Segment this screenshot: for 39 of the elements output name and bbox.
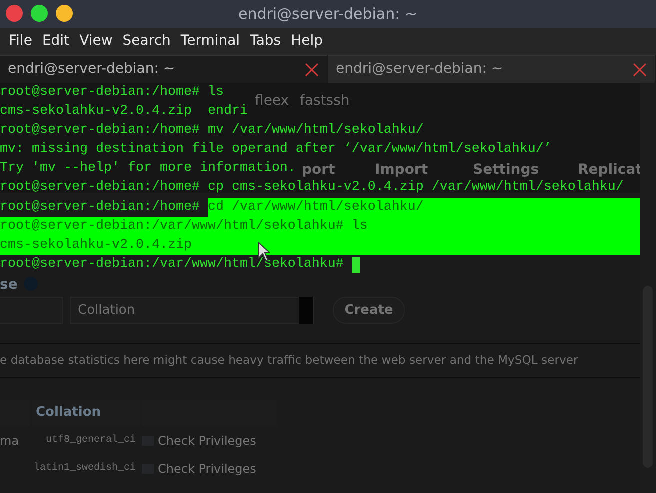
menu-item[interactable]: Help	[286, 31, 328, 52]
menu-item[interactable]: File	[4, 31, 38, 52]
menu-item[interactable]: Tabs	[245, 31, 286, 52]
close-icon[interactable]	[633, 62, 647, 76]
toolbar-label: Replicat	[578, 161, 642, 180]
terminal-tab[interactable]: endri@server-debian: ~	[328, 55, 656, 83]
create-button[interactable]: Create	[333, 297, 405, 324]
terminal-text: root@server-debian:/var/www/html/sekolahku#	[0, 256, 345, 274]
menu-item[interactable]: Search	[118, 31, 176, 52]
table-cell-text: utf8_general_ci	[44, 434, 137, 448]
terminal-text: cms-sekolahku-v2.0.4.zip endri	[0, 103, 248, 122]
terminal-text: cd /var/www/html/sekolahku/	[208, 198, 640, 217]
terminal-text: cms-sekolahku-v2.0.4.zip	[0, 236, 640, 255]
terminal-text: root@server-debian:/home# ls	[0, 84, 224, 102]
close-button[interactable]	[6, 5, 23, 22]
terminal-text: root@server-debian:/home# cp cms-sekolahku-v2.0.4.zip /var/www/html/sekolahku/	[0, 179, 624, 198]
minimize-button[interactable]	[56, 5, 73, 22]
terminal-text: root@server-debian:/var/www/html/sekolahku# ls	[0, 216, 640, 236]
toolbar-label: Settings	[473, 161, 540, 180]
close-icon[interactable]	[305, 62, 319, 76]
table-cell-text: latin1_swedish_ci	[32, 462, 137, 476]
menu-item[interactable]: Edit	[37, 31, 75, 52]
terminal-text: mv: missing destination file operand after ‘/var/www/html/sekolahku/’	[0, 141, 552, 160]
check-privileges-link[interactable]: Check Privileges	[158, 432, 256, 450]
table-cell-text: ma	[0, 433, 20, 450]
toolbar-label: Import	[375, 161, 428, 180]
check-privileges-link[interactable]: Check Privileges	[158, 460, 256, 478]
toolbar-label: port	[302, 161, 336, 180]
window-title: endri@server-debian: ~	[238, 4, 418, 25]
terminal-text: Try 'mv --help' for more information.	[0, 160, 296, 178]
maximize-button[interactable]	[31, 5, 48, 22]
collation-select[interactable]: Collation	[70, 297, 314, 324]
terminal-tab[interactable]: endri@server-debian: ~	[0, 55, 328, 83]
menu-item[interactable]: Terminal	[176, 31, 246, 52]
menu-item[interactable]: View	[74, 31, 118, 52]
section-title: se	[0, 276, 18, 295]
notice-text: e database statistics here might cause heavy traffic between the web server and the MySQL server	[0, 343, 640, 378]
terminal-text: root@server-debian:/home# mv /var/www/html/sekolahku/	[0, 122, 424, 140]
terminal-text: root@server-debian:/home#	[0, 198, 201, 217]
